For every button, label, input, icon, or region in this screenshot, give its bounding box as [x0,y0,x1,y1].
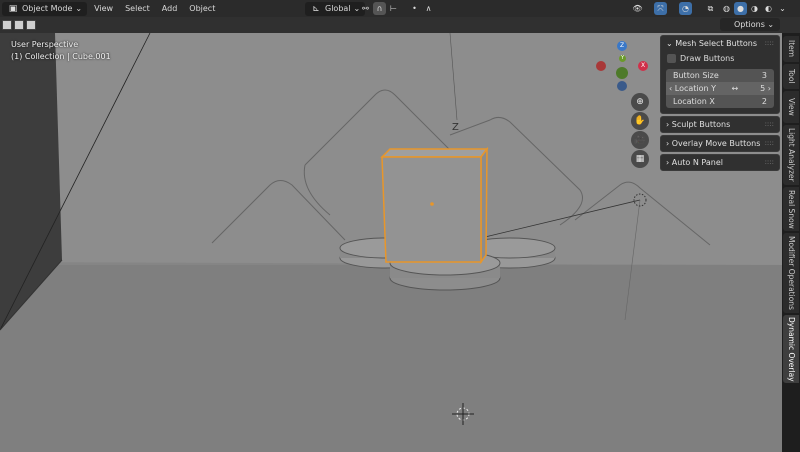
chevron-right-icon: › [666,120,670,129]
auto-n-panel-panel[interactable]: › Auto N Panel:::: [660,154,780,171]
object-label: Cube.001 [72,52,111,61]
viewport-info: User Perspective (1) Collection | Cube.0… [11,40,111,61]
checkbox-box[interactable] [667,54,676,63]
field-label: Location X [673,97,715,106]
tab-item[interactable]: Item [783,36,799,62]
shading-dropdown-icon[interactable]: ⌄ [776,2,789,15]
tab-tool[interactable]: Tool [783,64,799,89]
field-value: 3 [761,71,767,80]
panel-title: Auto N Panel [671,158,723,167]
panel-title: Overlay Move Buttons [671,139,761,148]
gizmo-neg-x-axis[interactable] [596,61,606,71]
gizmo-neg-z-axis[interactable] [617,81,627,91]
selected-cube[interactable] [380,146,489,265]
menu-add[interactable]: Add [157,2,183,16]
transform-orientation-icon: ⊾ [312,3,320,14]
tab-modifier-operations[interactable]: Modifier Operations [783,233,799,313]
location-x-field[interactable]: Location X 2 [666,95,774,108]
chevron-down-icon: ⌄ [75,3,83,13]
chevron-right-icon: › [666,139,670,148]
tab-real-snow[interactable]: Real Snow [783,187,799,231]
proportional-edit-icon[interactable]: • [408,2,421,15]
falloff-icon[interactable]: ∧ [422,2,435,15]
hand-pan-icon[interactable]: ✋ [631,112,649,130]
field-value: 2 [761,97,767,106]
tab-dynamic-overlay[interactable]: Dynamic Overlay [783,315,799,383]
pivot-icon[interactable]: ⚯ [359,2,372,15]
options-label: Options [734,20,765,29]
menu-view[interactable]: View [89,2,118,16]
tab-view[interactable]: View [783,91,799,123]
options-dropdown[interactable]: Options ⌄ [720,18,780,31]
zoom-icon[interactable]: ⊕ [631,93,649,111]
menu-object[interactable]: Object [184,2,220,16]
orientation-label: Global [325,3,351,13]
floor [0,265,782,452]
gizmo-z-axis[interactable]: Z [617,41,627,51]
sidebar-panel: ⌄ Mesh Select Buttons:::: Draw Buttons B… [660,35,780,173]
select-new-icon[interactable] [2,20,12,30]
solid-shading-icon[interactable]: ● [734,2,747,15]
sculpt-buttons-panel[interactable]: › Sculpt Buttons:::: [660,116,780,133]
sidebar-tabs: Item Tool View Light Analyzer Real Snow … [782,33,800,452]
checkbox-label: Draw Buttons [680,54,735,63]
mode-label: Object Mode [22,3,73,13]
field-value: 5 [760,84,766,93]
camera-icon[interactable]: 🎥 [631,131,649,149]
panel-header[interactable]: ⌄ Mesh Select Buttons:::: [661,36,779,51]
drag-handle-icon[interactable]: :::: [765,117,779,132]
collection-label: (1) Collection [11,52,65,61]
gizmo-x-axis[interactable]: X [638,61,648,71]
location-y-field[interactable]: ‹ Location Y ↔ 5 › [666,82,774,95]
select-subtract-icon[interactable] [26,20,36,30]
gizmo-y-axis[interactable]: Y [619,55,626,62]
chevron-down-icon: ⌄ [666,39,673,48]
draw-buttons-checkbox[interactable]: Draw Buttons [661,51,779,69]
chevron-right-icon: › [666,158,670,167]
field-label: Button Size [673,71,719,80]
panel-title: Sculpt Buttons [671,120,731,129]
header-bar: ▣ Object Mode ⌄ View Select Add Object ⊾… [0,0,800,17]
drag-handle-icon[interactable]: :::: [765,136,779,151]
snap-icon[interactable]: ∩ [373,2,386,15]
empty-axis-label: Z [452,122,459,133]
drag-cursor-icon: ↔ [731,84,739,93]
gizmo-toggle-icon[interactable]: ⤧ [654,2,667,15]
snap-target-icon[interactable]: ⊢ [387,2,400,15]
orientation-dropdown[interactable]: ⊾ Global ⌄ [305,1,366,16]
button-size-field[interactable]: Button Size 3 [666,69,774,82]
wireframe-shading-icon[interactable]: ◍ [720,2,733,15]
menu-select[interactable]: Select [120,2,155,16]
overlay-move-buttons-panel[interactable]: › Overlay Move Buttons:::: [660,135,780,152]
drag-handle-icon[interactable]: :::: [765,155,779,170]
select-extend-icon[interactable] [14,20,24,30]
xray-icon[interactable]: ⧉ [704,2,717,15]
object-mode-icon: ▣ [8,3,18,14]
material-shading-icon[interactable]: ◑ [748,2,761,15]
visibility-icon[interactable]: 👁 [631,2,644,15]
gizmo-neg-y-axis[interactable] [616,67,628,79]
decrement-arrow-icon[interactable]: ‹ [669,84,672,93]
mesh-select-buttons-panel: ⌄ Mesh Select Buttons:::: Draw Buttons B… [660,35,780,114]
tool-header [0,17,782,33]
field-label: Location Y [674,84,717,93]
perspective-label: User Perspective [11,40,79,49]
panel-title: Mesh Select Buttons [675,39,758,48]
overlay-toggle-icon[interactable]: ◔ [679,2,692,15]
grid-ortho-icon[interactable]: ▦ [631,150,649,168]
tab-light-analyzer[interactable]: Light Analyzer [783,125,799,185]
drag-handle-icon[interactable]: :::: [765,36,779,51]
mode-dropdown[interactable]: ▣ Object Mode ⌄ [2,1,88,16]
rendered-shading-icon[interactable]: ◐ [762,2,775,15]
increment-arrow-icon[interactable]: › [768,84,771,93]
